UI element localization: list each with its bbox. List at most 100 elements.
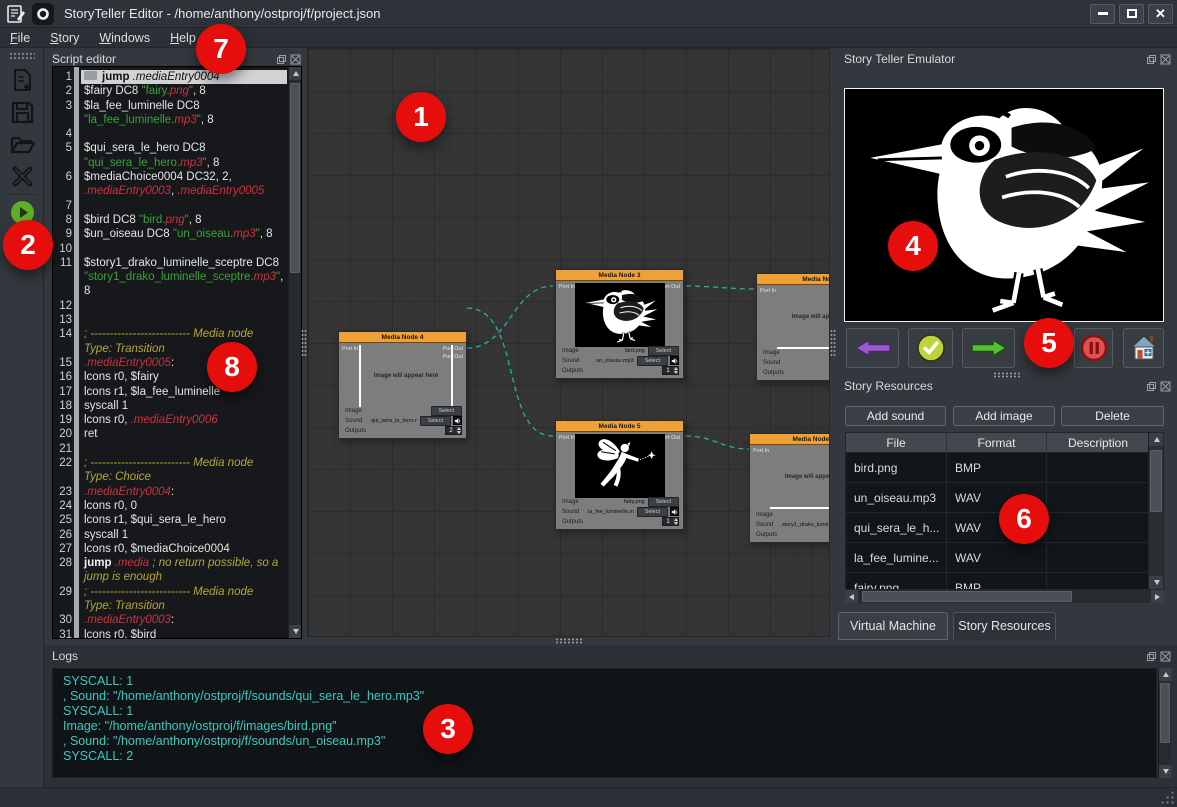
table-row[interactable]: bird.pngBMP xyxy=(846,453,1163,483)
column-header-file[interactable]: File xyxy=(846,433,947,452)
float-panel-icon[interactable] xyxy=(1146,381,1157,392)
toolbar-grip[interactable] xyxy=(9,52,35,59)
code-editor[interactable]: 1jump .mediaEntry00042$fairy DC8 "fairy.… xyxy=(52,66,302,639)
script-editor-title: Script editor xyxy=(52,52,116,66)
speaker-icon[interactable] xyxy=(670,356,679,365)
float-panel-icon[interactable] xyxy=(1146,54,1157,65)
media-node[interactable]: Media Node 5Port InPort OutImagefairy.pn… xyxy=(555,420,684,530)
maximize-button[interactable] xyxy=(1119,4,1144,24)
line-number xyxy=(53,570,72,584)
logs-vertical-scrollbar[interactable] xyxy=(1158,668,1171,778)
script-canvas-splitter[interactable] xyxy=(300,48,307,637)
save-icon[interactable] xyxy=(10,100,35,125)
float-panel-icon[interactable] xyxy=(276,54,287,65)
column-header-format[interactable]: Format xyxy=(947,433,1047,452)
table-row[interactable]: la_fee_lumine...WAV xyxy=(846,543,1163,573)
delete-resource-button[interactable]: Delete xyxy=(1061,406,1164,426)
add-sound-button[interactable]: Add sound xyxy=(845,406,946,426)
window-titlebar[interactable]: StoryTeller Editor - /home/anthony/ostpr… xyxy=(0,0,1177,28)
media-node[interactable]: Media Node 4Port InPort OutPort OutImage… xyxy=(338,331,467,439)
pause-button[interactable] xyxy=(1074,328,1113,368)
code-line: 26syscall 1 xyxy=(53,528,287,542)
open-folder-icon[interactable] xyxy=(10,132,35,157)
scrollbar-thumb[interactable] xyxy=(1150,450,1162,512)
select-image-button[interactable]: Select xyxy=(648,497,679,507)
resize-grip[interactable] xyxy=(1160,790,1174,804)
add-image-button[interactable]: Add image xyxy=(953,406,1055,426)
select-image-button[interactable]: Select xyxy=(431,406,462,416)
annotation-circle-6: 6 xyxy=(999,494,1049,544)
media-node[interactable]: Media NodePort InPort OutImage will appe… xyxy=(756,273,830,381)
menu-item-windows[interactable]: Windows xyxy=(89,28,160,48)
close-panel-icon[interactable] xyxy=(1160,54,1171,65)
code-line: "story1_drako_luminelle_sceptre.mp3", xyxy=(53,270,287,284)
scroll-left-button[interactable] xyxy=(845,590,858,603)
table-cell xyxy=(1047,573,1150,590)
code-line: Type: Choice xyxy=(53,470,287,484)
outputs-spinner[interactable]: 1 xyxy=(662,517,679,526)
logs-output[interactable]: SYSCALL: 1, Sound: "/home/anthony/ostpro… xyxy=(52,668,1157,778)
fairy-thumbnail xyxy=(577,437,663,495)
menu-item-file[interactable]: File xyxy=(0,28,40,48)
speaker-icon[interactable] xyxy=(670,507,679,516)
port-in[interactable]: Port In xyxy=(342,346,358,352)
close-button[interactable]: ✕ xyxy=(1148,4,1173,24)
select-sound-button[interactable]: Select xyxy=(420,416,451,426)
scrollbar-thumb[interactable] xyxy=(290,83,300,273)
menu-item-story[interactable]: Story xyxy=(40,28,89,48)
code-line: 19lcons r0, .mediaEntry0006 xyxy=(53,413,287,427)
outputs-spinner[interactable]: 2 xyxy=(445,426,462,435)
port-in[interactable]: Port In xyxy=(559,284,575,290)
scrollbar-thumb[interactable] xyxy=(1160,683,1170,743)
media-node[interactable]: Media Node 3Port InPort OutImagebird.png… xyxy=(555,269,684,379)
port-in[interactable]: Port In xyxy=(760,288,776,294)
tab-story-resources[interactable]: Story Resources xyxy=(953,612,1056,640)
line-number xyxy=(53,342,72,356)
back-button[interactable] xyxy=(846,328,899,368)
minimize-button[interactable] xyxy=(1090,4,1115,24)
code-line: 8 xyxy=(53,284,287,298)
canvas-logs-splitter[interactable] xyxy=(307,637,830,645)
next-button[interactable] xyxy=(962,328,1015,368)
select-sound-button[interactable]: Select xyxy=(637,507,668,517)
scrollbar-thumb[interactable] xyxy=(862,591,1072,602)
node-image-row: ImageSelect xyxy=(763,348,830,357)
delete-icon[interactable] xyxy=(10,164,35,189)
scroll-down-button[interactable] xyxy=(1149,576,1164,589)
speaker-icon[interactable] xyxy=(453,416,462,425)
line-number: 16 xyxy=(53,370,72,384)
close-panel-icon[interactable] xyxy=(1160,381,1171,392)
table-horizontal-scrollbar[interactable] xyxy=(845,590,1164,603)
line-number: 11 xyxy=(53,256,72,270)
bird-thumbnail xyxy=(581,286,659,344)
code-line: 29; -------------------------- Media nod… xyxy=(53,585,287,599)
node-graph-canvas[interactable]: Media Node 4Port InPort OutPort OutImage… xyxy=(307,48,830,637)
line-number: 26 xyxy=(53,528,72,542)
port-in[interactable]: Port In xyxy=(559,435,575,441)
port-in[interactable]: Port In xyxy=(753,448,769,454)
table-row[interactable]: fairy.pngBMP xyxy=(846,573,1163,590)
next-arrow-icon xyxy=(970,337,1008,359)
column-header-description[interactable]: Description xyxy=(1047,433,1150,452)
scroll-right-button[interactable] xyxy=(1151,590,1164,603)
scroll-up-button[interactable] xyxy=(1149,433,1164,446)
table-cell xyxy=(1047,513,1150,542)
table-vertical-scrollbar[interactable] xyxy=(1148,433,1163,589)
logs-panel: Logs SYSCALL: 1, Sound: "/home/anthony/o… xyxy=(44,645,1177,787)
node-outputs-row: Outputs1 xyxy=(756,530,830,539)
float-panel-icon[interactable] xyxy=(1146,651,1157,662)
close-panel-icon[interactable] xyxy=(1160,651,1171,662)
ok-button[interactable] xyxy=(908,328,953,368)
home-button[interactable] xyxy=(1123,328,1164,368)
outputs-spinner[interactable]: 1 xyxy=(662,366,679,375)
media-node[interactable]: Media Node 6Port InPort OutImage will ap… xyxy=(749,433,830,543)
line-number xyxy=(53,270,72,284)
scroll-down-button[interactable] xyxy=(1159,765,1172,778)
scroll-up-button[interactable] xyxy=(1159,668,1172,681)
annotation-circle-4: 4 xyxy=(888,221,938,271)
select-image-button[interactable]: Select xyxy=(648,346,679,356)
tab-virtual-machine[interactable]: Virtual Machine xyxy=(838,612,948,640)
line-number: 6 xyxy=(53,170,72,184)
new-script-icon[interactable] xyxy=(10,68,35,93)
select-sound-button[interactable]: Select xyxy=(637,356,668,366)
